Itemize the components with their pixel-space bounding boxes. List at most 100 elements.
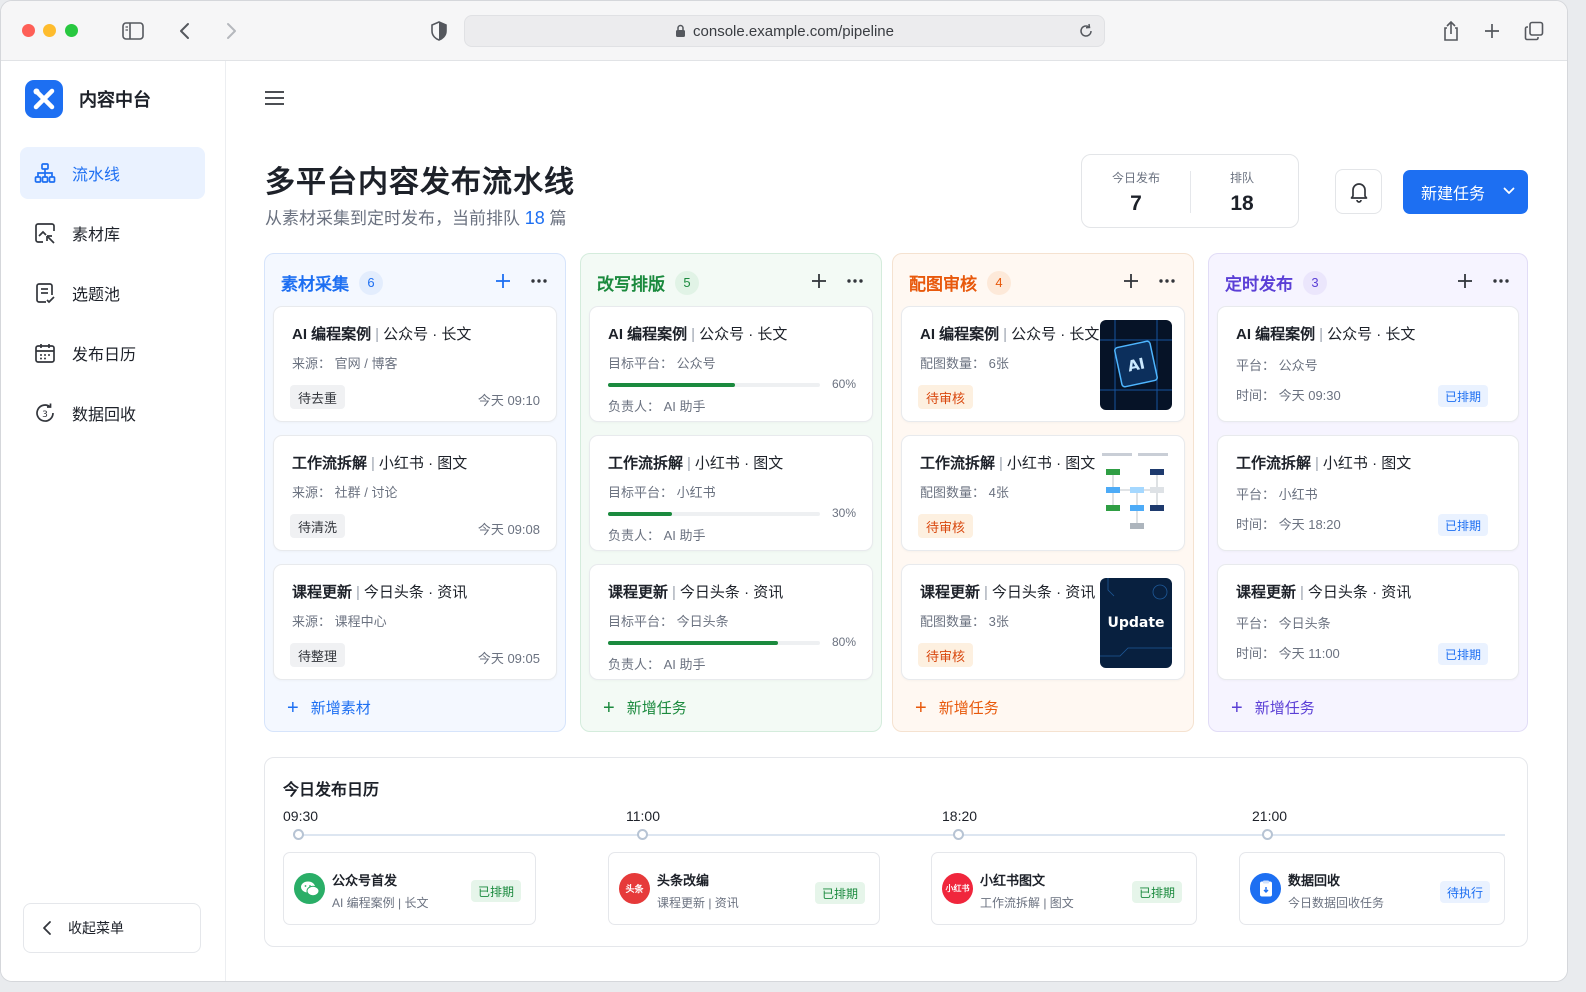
- task-card[interactable]: 课程更新 | 今日头条 · 资讯 平台： 今日头条 时间： 今天 11:00 已排期: [1217, 564, 1519, 680]
- stat-label: 今日发布: [1111, 171, 1160, 185]
- event-name: 公众号首发: [332, 873, 398, 888]
- calendar-event[interactable]: 头条 头条改编 课程更新 | 资讯 已排期: [608, 852, 880, 925]
- list-doc-icon: [36, 283, 55, 304]
- flowchart-thumbnail[interactable]: [1100, 449, 1172, 539]
- close-window-button[interactable]: [22, 24, 35, 37]
- tab-overview-icon[interactable]: [1522, 19, 1546, 43]
- sidebar-item-materials[interactable]: 素材库: [20, 207, 205, 259]
- subtitle-prefix: 从素材采集到定时发布，当前排队: [265, 209, 520, 228]
- card-meta: 今日头条 · 资讯: [679, 584, 784, 601]
- timeline-dot: [1262, 829, 1273, 840]
- add-task-button[interactable]: + 新增任务: [1231, 697, 1315, 718]
- hamburger-menu-icon[interactable]: [264, 89, 286, 112]
- task-card[interactable]: 工作流拆解 | 小红书 · 图文 配图数量： 4张 待审核: [901, 435, 1185, 551]
- collapse-menu-button[interactable]: 收起菜单: [23, 903, 201, 953]
- browser-toolbar: console.example.com/pipeline: [1, 1, 1567, 61]
- task-card[interactable]: 课程更新 | 今日头条 · 资讯 目标平台： 今日头条 80% 负责人： AI 助手: [589, 564, 873, 680]
- subtitle-suffix: 篇: [549, 209, 567, 228]
- sidebar-toggle-icon[interactable]: [121, 19, 145, 43]
- minimize-window-button[interactable]: [43, 24, 56, 37]
- card-platform: 平台： 公众号: [1236, 358, 1318, 373]
- task-card[interactable]: 课程更新 | 今日头条 · 资讯 来源： 课程中心 待整理 今天 09:05: [273, 564, 557, 680]
- sidebar-item-calendar[interactable]: 发布日历: [20, 327, 205, 379]
- card-publish-time: 时间： 今天 11:00: [1236, 646, 1340, 661]
- card-image-count: 配图数量： 6张: [920, 356, 1009, 371]
- add-label: 新增素材: [310, 700, 371, 717]
- status-badge: 待整理: [290, 643, 346, 667]
- share-icon[interactable]: [1439, 19, 1463, 43]
- calendar-event[interactable]: 公众号首发 AI 编程案例 | 长文 已排期: [283, 852, 536, 925]
- add-material-button[interactable]: + 新增素材: [287, 697, 371, 718]
- card-meta: 今日头条 · 资讯: [363, 584, 468, 601]
- card-meta: 小红书 · 图文: [378, 455, 468, 472]
- ai-chip-thumbnail[interactable]: AI: [1100, 320, 1172, 410]
- task-card[interactable]: AI 编程案例 | 公众号 · 长文 目标平台： 公众号 60% 负责人： AI 助…: [589, 306, 873, 422]
- brand[interactable]: 内容中台: [25, 80, 151, 118]
- task-card[interactable]: 课程更新 | 今日头条 · 资讯 配图数量： 3张 待审核 Update: [901, 564, 1185, 680]
- reload-icon[interactable]: [1078, 23, 1094, 39]
- task-card[interactable]: 工作流拆解 | 小红书 · 图文 来源： 社群 / 讨论 待清洗 今天 09:08: [273, 435, 557, 551]
- timeline-time: 09:30: [283, 808, 319, 824]
- card-meta: 小红书 · 图文: [1322, 455, 1412, 472]
- sidebar-item-pipeline[interactable]: 流水线: [20, 147, 205, 199]
- more-icon[interactable]: [1157, 271, 1177, 291]
- card-title: 工作流拆解: [292, 455, 368, 472]
- address-bar[interactable]: console.example.com/pipeline: [464, 15, 1105, 47]
- update-thumbnail[interactable]: Update: [1100, 578, 1172, 668]
- column-image-review: 配图审核 4 AI 编程案例 | 公众号 · 长文 配图数量： 6张 待审核 AI …: [892, 253, 1194, 732]
- progress-percent: 30%: [831, 506, 856, 520]
- shield-icon[interactable]: [427, 19, 451, 43]
- plus-icon[interactable]: [493, 271, 513, 291]
- new-task-button[interactable]: 新建任务: [1403, 170, 1528, 214]
- event-detail: 工作流拆解 | 图文: [980, 896, 1074, 910]
- new-tab-icon[interactable]: [1480, 19, 1504, 43]
- url-text: console.example.com/pipeline: [693, 22, 894, 40]
- task-card[interactable]: 工作流拆解 | 小红书 · 图文 目标平台： 小红书 30% 负责人： AI 助手: [589, 435, 873, 551]
- forward-icon[interactable]: [219, 19, 243, 43]
- plus-icon[interactable]: [1455, 271, 1475, 291]
- more-icon[interactable]: [845, 271, 865, 291]
- chevron-down-icon[interactable]: [1503, 187, 1515, 195]
- sidebar-item-data-recycle[interactable]: 3 数据回收: [20, 387, 205, 439]
- task-card[interactable]: AI 编程案例 | 公众号 · 长文 配图数量： 6张 待审核 AI: [901, 306, 1185, 422]
- sidebar: 内容中台 流水线 素材库 选题池 发布日历 3 数据回收 收起菜单: [1, 61, 226, 981]
- timeline-axis: [299, 834, 1505, 836]
- task-card[interactable]: AI 编程案例 | 公众号 · 长文 来源： 官网 / 博客 待去重 今天 09:1…: [273, 306, 557, 422]
- column-header: 素材采集 6: [281, 270, 383, 295]
- plus-icon[interactable]: [809, 271, 829, 291]
- calendar-event[interactable]: 小红书 小红书图文 工作流拆解 | 图文 已排期: [931, 852, 1197, 925]
- card-title: 工作流拆解: [1236, 455, 1312, 472]
- card-meta: 公众号 · 长文: [1011, 326, 1100, 343]
- more-icon[interactable]: [1491, 271, 1511, 291]
- column-title: 改写排版: [597, 275, 665, 294]
- event-name: 小红书图文: [980, 873, 1046, 888]
- plus-icon: +: [287, 696, 299, 719]
- timeline-dot: [637, 829, 648, 840]
- task-card[interactable]: 工作流拆解 | 小红书 · 图文 平台： 小红书 时间： 今天 18:20 已排期: [1217, 435, 1519, 551]
- more-icon[interactable]: [529, 271, 549, 291]
- status-badge: 待执行: [1439, 881, 1490, 903]
- card-time: 今天 09:08: [477, 522, 540, 537]
- progress-bar: [608, 383, 820, 387]
- progress-bar: [608, 641, 820, 645]
- card-meta: 公众号 · 长文: [383, 326, 472, 343]
- card-title: 课程更新: [920, 584, 981, 601]
- queue-count: 18: [524, 208, 545, 228]
- sidebar-item-topics[interactable]: 选题池: [20, 267, 205, 319]
- plus-icon[interactable]: [1121, 271, 1141, 291]
- maximize-window-button[interactable]: [65, 24, 78, 37]
- card-publish-time: 时间： 今天 18:20: [1236, 517, 1341, 532]
- event-detail: 课程更新 | 资讯: [657, 896, 739, 910]
- add-task-button[interactable]: + 新增任务: [603, 697, 687, 718]
- main-content: 多平台内容发布流水线 从素材采集到定时发布，当前排队 18 篇 今日发布 7 排…: [227, 61, 1567, 981]
- notification-button[interactable]: [1335, 169, 1382, 214]
- calendar-event[interactable]: 数据回收 今日数据回收任务 待执行: [1239, 852, 1505, 925]
- add-label: 新增任务: [1254, 700, 1315, 717]
- card-meta: 今日头条 · 资讯: [991, 584, 1096, 601]
- task-card[interactable]: AI 编程案例 | 公众号 · 长文 平台： 公众号 时间： 今天 09:30 已排…: [1217, 306, 1519, 422]
- add-task-button[interactable]: + 新增任务: [915, 697, 999, 718]
- stat-queued: 排队 18: [1192, 169, 1292, 216]
- timeline-dot: [293, 829, 304, 840]
- progress-fill: [608, 383, 736, 387]
- back-icon[interactable]: [173, 19, 197, 43]
